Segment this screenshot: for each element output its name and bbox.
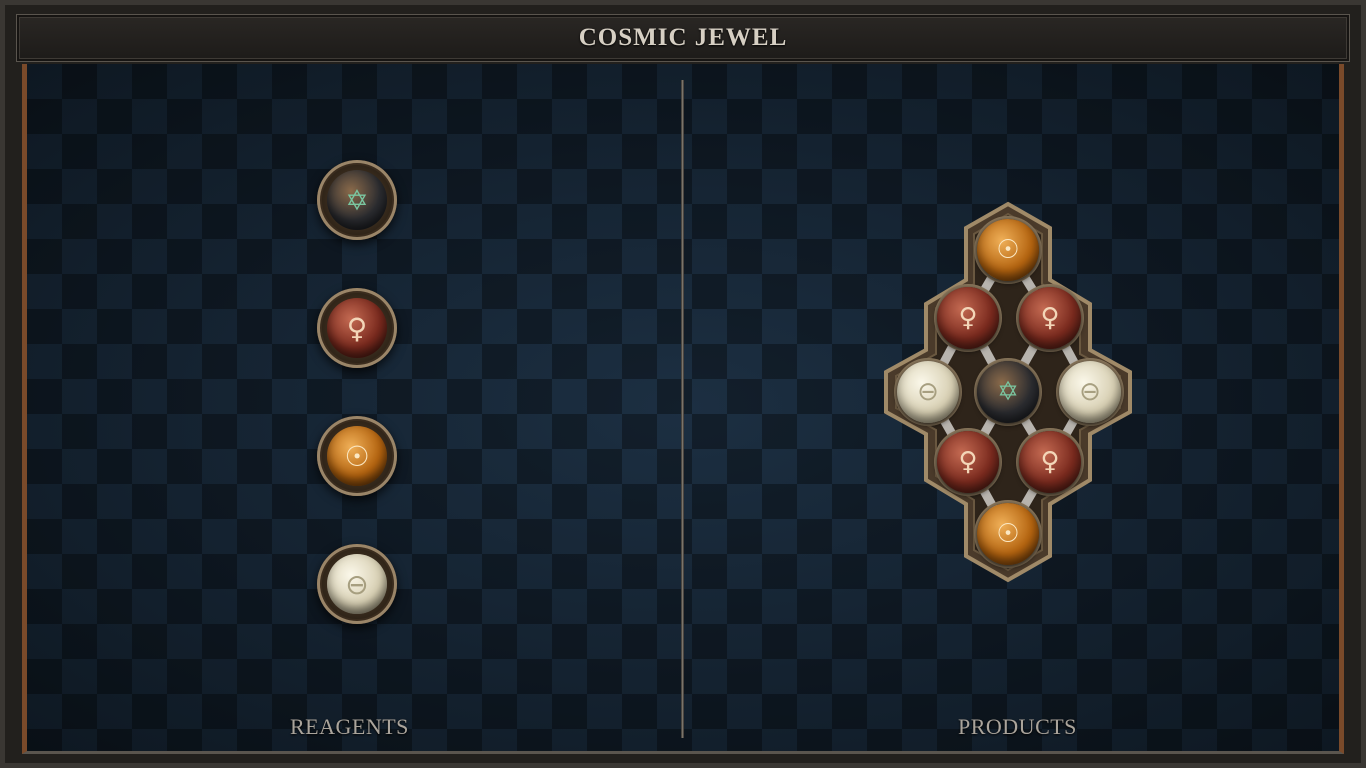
panel-divider bbox=[681, 80, 684, 738]
page-title: COSMIC JEWEL bbox=[578, 24, 788, 51]
product-venus-orb-icon: ♀ bbox=[1019, 431, 1081, 493]
star-orb-icon: ✡ bbox=[327, 170, 387, 230]
reagent-slot-venus[interactable]: ♀ bbox=[317, 288, 397, 368]
product-venus-orb-icon: ♀ bbox=[1019, 287, 1081, 349]
title-bar: COSMIC JEWEL bbox=[16, 14, 1350, 62]
product-venus-orb-icon: ♀ bbox=[937, 431, 999, 493]
product-board: ☉ ♀ ♀ ⊖ ✡ ⊖ ♀ ♀ ☉ bbox=[880, 200, 1136, 584]
reagent-slot-sun[interactable]: ☉ bbox=[317, 416, 397, 496]
product-venus-orb-icon: ♀ bbox=[937, 287, 999, 349]
sun-orb-icon: ☉ bbox=[327, 426, 387, 486]
reagent-slot-moon[interactable]: ⊖ bbox=[317, 544, 397, 624]
venus-orb-icon: ♀ bbox=[327, 298, 387, 358]
product-sun-orb-icon: ☉ bbox=[977, 503, 1039, 565]
product-star-orb-icon: ✡ bbox=[977, 361, 1039, 423]
product-moon-orb-icon: ⊖ bbox=[1059, 361, 1121, 423]
product-moon-orb-icon: ⊖ bbox=[897, 361, 959, 423]
products-label: PRODUCTS bbox=[958, 714, 1077, 739]
moon-orb-icon: ⊖ bbox=[327, 554, 387, 614]
product-sun-orb-icon: ☉ bbox=[977, 219, 1039, 281]
reagents-label: REAGENTS bbox=[290, 714, 409, 739]
reagent-slot-star[interactable]: ✡ bbox=[317, 160, 397, 240]
